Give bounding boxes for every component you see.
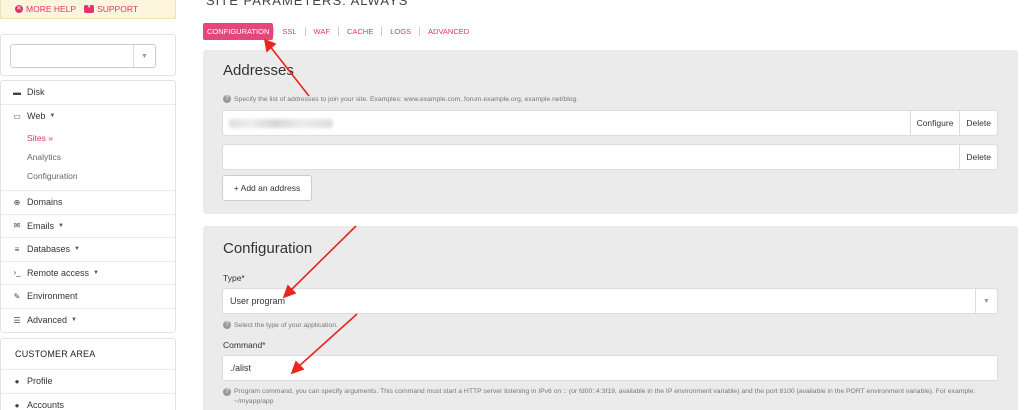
caret-down-icon: ▼	[93, 269, 99, 276]
sidebar-subitem-sites[interactable]: Sites »	[1, 128, 175, 147]
sidebar-item-label: Profile	[27, 376, 53, 387]
configuration-title: Configuration	[223, 240, 313, 257]
sidebar-item-databases[interactable]: ≡ Databases ▼	[1, 238, 175, 262]
more-help-link[interactable]: ✕ MORE HELP	[15, 4, 76, 14]
question-icon: ?	[223, 388, 231, 396]
sidebar-group-web: ▭ Web ▼ Sites » Analytics Configuration	[1, 105, 175, 191]
tab-logs[interactable]: LOGS	[382, 23, 419, 40]
address-input[interactable]	[223, 145, 959, 169]
envelope-icon: ✉	[13, 221, 21, 231]
addresses-hint: ? Specify the list of addresses to join …	[223, 95, 578, 103]
sidebar-subitem-analytics[interactable]: Analytics	[1, 147, 175, 166]
page-title: SITE PARAMETERS: ALWAYS	[206, 0, 409, 8]
chevron-down-icon[interactable]: ▼	[133, 45, 155, 67]
type-select[interactable]: User program ▼	[222, 288, 998, 314]
more-help-label: MORE HELP	[26, 4, 77, 14]
help-bar: ✕ MORE HELP ❞ SUPPORT	[0, 0, 176, 19]
sidebar-item-disk[interactable]: ▬ Disk	[1, 81, 175, 105]
sidebar-item-environment[interactable]: ✎ Environment	[1, 285, 175, 309]
sidebar-item-label: Accounts	[27, 400, 65, 410]
addresses-title: Addresses	[223, 62, 294, 79]
question-icon: ?	[223, 321, 231, 329]
support-label: SUPPORT	[97, 4, 139, 14]
sidebar-item-label: Advanced	[27, 315, 68, 326]
sidebar-item-remote-access[interactable]: ›_ Remote access ▼	[1, 262, 175, 285]
user-icon: ●	[14, 376, 20, 386]
sidebar-item-accounts[interactable]: ● Accounts	[1, 394, 175, 410]
site-select[interactable]: ▼	[10, 44, 156, 68]
delete-button[interactable]: Delete	[959, 145, 997, 169]
sidebar-item-profile[interactable]: ● Profile	[1, 370, 175, 394]
terminal-icon: ›_	[13, 268, 21, 278]
address-row: Delete	[222, 144, 998, 170]
question-icon: ?	[223, 95, 231, 103]
sidebar-item-label: Environment	[27, 291, 78, 302]
chevron-down-icon[interactable]: ▼	[975, 289, 997, 313]
tab-cache[interactable]: CACHE	[339, 23, 381, 40]
sidebar-item-emails[interactable]: ✉ Emails ▼	[1, 215, 175, 238]
monitor-icon: ▭	[13, 111, 21, 121]
type-label: Type*	[223, 273, 245, 283]
caret-down-icon: ▼	[71, 317, 77, 324]
redacted-address	[229, 119, 333, 128]
type-hint: ? Select the type of your application.	[223, 321, 338, 329]
caret-down-icon: ▼	[74, 246, 80, 253]
tab-advanced[interactable]: ADVANCED	[420, 23, 477, 40]
users-icon: ●	[14, 400, 20, 410]
type-select-value: User program	[230, 296, 286, 306]
address-row: Configure Delete	[222, 110, 998, 136]
database-icon: ≡	[14, 244, 20, 254]
chat-icon: ❞	[84, 5, 95, 13]
sidebar: ✕ MORE HELP ❞ SUPPORT ▼ ▬ Disk ▭ Web ▼ S…	[0, 0, 176, 410]
help-circle-icon: ✕	[15, 4, 23, 13]
wrench-icon: ✎	[13, 291, 21, 301]
site-select-container: ▼	[0, 34, 176, 76]
type-hint-text: Select the type of your application.	[234, 321, 338, 329]
configuration-panel: Configuration Type* User program ▼ ? Sel…	[203, 226, 1018, 410]
list-icon: ☰	[13, 315, 21, 325]
addresses-panel: Addresses ? Specify the list of addresse…	[203, 50, 1018, 214]
sidebar-item-label: Disk	[27, 87, 45, 98]
address-input[interactable]	[223, 111, 910, 135]
caret-down-icon: ▼	[58, 222, 64, 229]
sidebar-item-label: Web	[27, 111, 46, 122]
sidebar-item-web[interactable]: ▭ Web ▼	[1, 105, 175, 129]
sidebar-item-label: Domains	[27, 197, 63, 208]
tab-ssl[interactable]: SSL	[274, 23, 304, 40]
tab-bar: CONFIGURATION SSL WAF CACHE LOGS ADVANCE…	[203, 23, 477, 40]
customer-area-title: CUSTOMER AREA	[1, 339, 175, 370]
sidebar-menu: ▬ Disk ▭ Web ▼ Sites » Analytics Configu…	[0, 80, 176, 333]
command-input-value: ./alist	[230, 363, 252, 373]
support-link[interactable]: ❞ SUPPORT	[84, 4, 138, 14]
sidebar-subitem-configuration[interactable]: Configuration	[1, 166, 175, 185]
sidebar-item-label: Databases	[27, 244, 71, 255]
addresses-hint-text: Specify the list of addresses to join yo…	[234, 95, 579, 103]
delete-button[interactable]: Delete	[959, 111, 997, 135]
globe-icon: ⊕	[13, 197, 21, 207]
disk-icon: ▬	[13, 87, 21, 97]
add-address-button[interactable]: + Add an address	[222, 175, 312, 201]
caret-down-icon: ▼	[49, 113, 56, 120]
sidebar-item-advanced[interactable]: ☰ Advanced ▼	[1, 309, 175, 333]
command-hint-text: Program command, you can specify argumen…	[234, 388, 976, 405]
sidebar-item-label: Remote access	[27, 267, 90, 278]
tab-waf[interactable]: WAF	[306, 23, 338, 40]
tab-configuration[interactable]: CONFIGURATION	[203, 23, 274, 40]
command-input[interactable]: ./alist	[222, 355, 998, 381]
sidebar-item-domains[interactable]: ⊕ Domains	[1, 191, 175, 215]
configure-button[interactable]: Configure	[909, 111, 960, 135]
command-label: Command*	[223, 340, 266, 350]
command-hint: ? Program command, you can specify argum…	[223, 387, 1003, 407]
sidebar-item-label: Emails	[27, 220, 55, 231]
customer-area: CUSTOMER AREA ● Profile ● Accounts	[0, 338, 176, 410]
